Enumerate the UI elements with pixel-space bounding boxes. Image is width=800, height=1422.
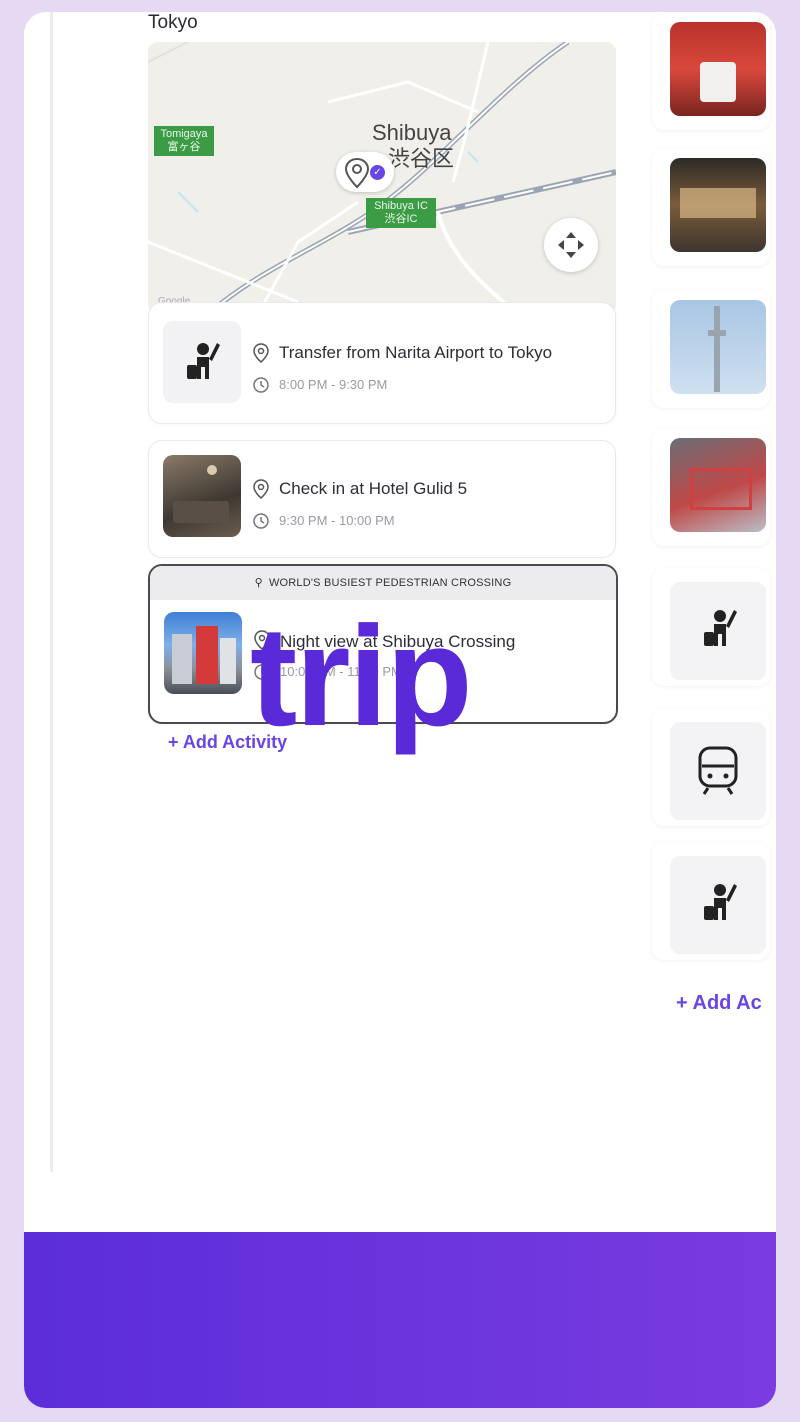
- clock-icon: [253, 377, 269, 393]
- side-add-activity-button[interactable]: + Add Ac: [676, 992, 762, 1015]
- activity-title: Transfer from Narita Airport to Tokyo: [279, 343, 553, 362]
- market-photo: [670, 438, 766, 532]
- side-activity-tile[interactable]: [652, 12, 770, 130]
- recenter-button[interactable]: [544, 218, 598, 272]
- person-waving-icon: [704, 610, 737, 646]
- district-name: Shibuya: [372, 120, 452, 145]
- overlay-word: trip: [250, 597, 473, 756]
- activity-tag-text: WORLD'S BUSIEST PEDESTRIAN CROSSING: [268, 577, 512, 589]
- city-label: Tokyo: [148, 12, 198, 33]
- timeline-line: [50, 12, 53, 1172]
- person-icon: ⚲: [254, 577, 263, 589]
- hotel-room-photo: [163, 455, 241, 537]
- train-icon: [698, 746, 738, 795]
- street-shop-photo: [670, 158, 766, 252]
- side-icon-box: [670, 722, 766, 820]
- location-icon: [253, 343, 269, 363]
- shibuya-crossing-photo: [164, 612, 242, 694]
- activity-time: 9:30 PM - 10:00 PM: [279, 513, 395, 528]
- map-label-shibuya-ic: Shibuya IC 渋谷IC: [366, 198, 436, 228]
- temple-photo: [670, 22, 766, 116]
- person-waving-icon: [704, 884, 737, 920]
- side-activity-tile[interactable]: [652, 428, 770, 546]
- activity-icon-box: [163, 321, 241, 403]
- activity-card-hotel[interactable]: Check in at Hotel Gulid 5 9:30 PM - 10:0…: [148, 440, 616, 558]
- side-activity-tile[interactable]: [652, 568, 770, 686]
- side-activity-tile[interactable]: [652, 842, 770, 960]
- bottom-banner: [24, 1232, 776, 1408]
- recenter-icon: [558, 232, 584, 258]
- clock-icon: [253, 513, 269, 529]
- activity-title: Check in at Hotel Gulid 5: [279, 479, 468, 498]
- activity-time: 8:00 PM - 9:30 PM: [279, 377, 388, 392]
- activity-tag: ⚲ WORLD'S BUSIEST PEDESTRIAN CROSSING: [150, 566, 616, 600]
- map-label-tomigaya: Tomigaya 富ヶ谷: [154, 126, 214, 156]
- location-pin[interactable]: ✓: [336, 152, 394, 192]
- verified-check-icon: ✓: [370, 165, 385, 180]
- location-icon: [253, 479, 269, 499]
- person-waving-icon: [187, 343, 220, 379]
- activity-card-transfer[interactable]: Transfer from Narita Airport to Tokyo 8:…: [148, 302, 616, 424]
- skytree-photo: [670, 300, 766, 394]
- pin-icon: [344, 157, 370, 189]
- map-view[interactable]: Tomigaya 富ヶ谷 Shibuya IC 渋谷IC Shibuya 渋谷区…: [148, 42, 616, 314]
- side-activity-tile[interactable]: [652, 148, 770, 266]
- side-icon-box: [670, 582, 766, 680]
- side-activity-tile[interactable]: [652, 290, 770, 408]
- side-icon-box: [670, 856, 766, 954]
- side-activity-tile[interactable]: [652, 708, 770, 826]
